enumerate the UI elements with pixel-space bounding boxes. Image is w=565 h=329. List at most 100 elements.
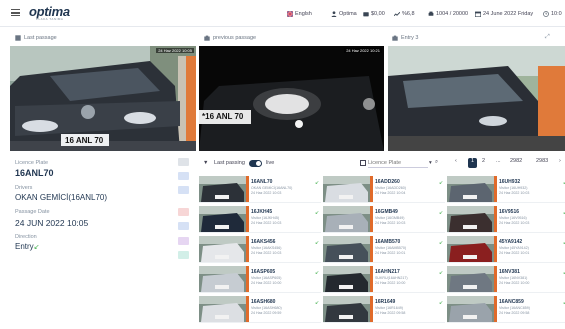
time-value: 10:0 bbox=[551, 11, 562, 17]
status-bar bbox=[370, 296, 373, 322]
card-driver: Visitor (16ANC859) bbox=[499, 306, 530, 310]
drivers-label: Drivers bbox=[15, 185, 33, 191]
passage-card[interactable]: 16GMB49 Visitor (16GMB49) 24 Haz 2022 10:0… bbox=[323, 205, 445, 233]
status-bar bbox=[370, 266, 373, 292]
passage-thumbnail bbox=[199, 236, 246, 262]
language-selector[interactable]: Englsh bbox=[287, 9, 312, 19]
user-menu[interactable]: Optima bbox=[331, 9, 357, 19]
pager-page-2983[interactable]: 2983 bbox=[536, 158, 548, 168]
card-plate: 16AKS456 bbox=[251, 239, 276, 245]
delete-button[interactable] bbox=[178, 208, 189, 216]
card-driver: Visitor (45YA9142) bbox=[499, 246, 529, 250]
uk-flag-icon bbox=[287, 11, 293, 17]
passage-card[interactable]: 16ASP605 Visitor (16ASP605) 24 Haz 2022 10… bbox=[199, 265, 321, 293]
card-date: 24 Haz 2022 10:03 bbox=[499, 191, 530, 195]
plate-search-input[interactable] bbox=[368, 158, 428, 168]
pager-page-1[interactable]: 1 bbox=[468, 158, 478, 168]
dropdown-icon[interactable]: ▾ bbox=[429, 160, 432, 166]
passage-thumbnail bbox=[447, 206, 494, 232]
zoom-button[interactable] bbox=[178, 158, 189, 166]
card-plate: 16R1649 bbox=[375, 299, 396, 305]
last-passing-label: Last passing bbox=[214, 160, 245, 166]
live-label: live bbox=[266, 160, 275, 166]
card-plate: 16V9516 bbox=[499, 209, 520, 215]
card-date: 24 Haz 2022 10:03 bbox=[375, 221, 406, 225]
status-bar bbox=[370, 206, 373, 232]
pager-next[interactable]: › bbox=[559, 158, 561, 168]
passage-card[interactable]: 16ANL70 OKAN GEMİCİ(16ANL70) 24 Haz 2022 1… bbox=[199, 175, 321, 203]
info-button[interactable] bbox=[178, 186, 189, 194]
direction-label: Direction bbox=[15, 234, 37, 240]
driver-value: OKAN GEMİCİ(16ANL70) bbox=[15, 193, 108, 202]
passage-card[interactable]: 16R1649 Visitor (16R1649) 24 Haz 2022 09:5… bbox=[323, 295, 445, 323]
search-icon[interactable]: ⌕ bbox=[435, 159, 438, 166]
licence-plate-label: Licence Plate bbox=[15, 160, 49, 166]
entry-arrow-icon: ↙ bbox=[315, 300, 320, 306]
passage-card[interactable]: 16AMB570 Visitor (16AMB570) 24 Haz 2022 10… bbox=[323, 235, 445, 263]
status-bar bbox=[494, 296, 497, 322]
passage-card[interactable]: 16ANC859 Visitor (16ANC859) 24 Haz 2022 09… bbox=[447, 295, 565, 323]
passage-thumbnail bbox=[323, 236, 370, 262]
stat-value: %6,8 bbox=[402, 11, 415, 17]
expand-icon[interactable]: ⤢ bbox=[545, 34, 550, 41]
pager-prev[interactable]: ‹ bbox=[455, 158, 457, 168]
wallet-icon bbox=[363, 12, 369, 17]
licence-plate-value: 16ANL70 bbox=[15, 168, 54, 178]
date-value: 24 June 2022 Friday bbox=[483, 11, 534, 17]
passage-thumbnail bbox=[199, 296, 246, 322]
pager-page-2[interactable]: 2 bbox=[482, 158, 485, 168]
passage-card[interactable]: 16AKS456 Visitor (16AKS456) 24 Haz 2022 10… bbox=[199, 235, 321, 263]
card-driver: Visitor (16ASH680) bbox=[251, 306, 282, 310]
status-bar bbox=[494, 266, 497, 292]
card-driver: Visitor (16AMB570) bbox=[375, 246, 407, 250]
card-driver: Visitor (16R1649) bbox=[375, 306, 403, 310]
passage-card[interactable]: 16NV381 Visitor (16NV381) 24 Haz 2022 10:0… bbox=[447, 265, 565, 293]
card-plate: 16GMB49 bbox=[375, 209, 398, 215]
card-driver: Visitor (16ASP605) bbox=[251, 276, 282, 280]
card-plate: 16ANL70 bbox=[251, 179, 273, 185]
live-toggle[interactable] bbox=[249, 160, 262, 167]
passage-card[interactable]: 16ADD260 Visitor (16ADD260) 24 Haz 2022 10… bbox=[323, 175, 445, 203]
passage-date-label: Passage Date bbox=[15, 209, 50, 215]
direction-value: Entry↙ bbox=[15, 242, 40, 251]
passage-thumbnail bbox=[199, 266, 246, 292]
camera-icon bbox=[392, 35, 398, 41]
vehicle-count: 1004 / 20000 bbox=[428, 9, 468, 19]
entry-arrow-icon: ↙ bbox=[439, 240, 444, 246]
list-button[interactable] bbox=[178, 222, 189, 230]
passage-thumbnail bbox=[199, 176, 246, 202]
passage-card[interactable]: 16ASH680 Visitor (16ASH680) 24 Haz 2022 09… bbox=[199, 295, 321, 323]
entry-arrow-icon: ↙ bbox=[439, 180, 444, 186]
filter-icon[interactable]: ▼ bbox=[203, 160, 208, 166]
card-driver: Visitor (16AKS456) bbox=[251, 246, 282, 250]
passage-card[interactable]: 16UH932 Visitor (16UH932) 24 Haz 2022 10:0… bbox=[447, 175, 565, 203]
print-button[interactable] bbox=[178, 237, 189, 245]
card-plate: 16UH932 bbox=[499, 179, 521, 185]
passage-card[interactable]: 16V9516 Visitor (16V9516) 24 Haz 2022 10:0… bbox=[447, 205, 565, 233]
last-passage-image[interactable]: 16 ANL 70 24 Haz 2022 10:05 bbox=[10, 46, 196, 151]
entry-camera-header: Entry 3 bbox=[392, 31, 418, 44]
export-button[interactable] bbox=[178, 251, 189, 259]
passage-card[interactable]: 16JKH45 Visitor (16JKH45) 24 Haz 2022 10:0… bbox=[199, 205, 321, 233]
card-plate: 16ASP605 bbox=[251, 269, 276, 275]
status-bar bbox=[494, 236, 497, 262]
passage-card[interactable]: 45YA9142 Visitor (45YA9142) 24 Haz 2022 10… bbox=[447, 235, 565, 263]
entry-arrow-icon: ↙ bbox=[315, 210, 320, 216]
passage-thumbnail bbox=[447, 236, 494, 262]
card-driver: Visitor (16NV381) bbox=[499, 276, 528, 280]
last-passage-header: Last passage bbox=[15, 31, 57, 44]
status-bar bbox=[246, 206, 249, 232]
previous-passage-image[interactable]: *16 ANL 70 24 Haz 2022 10:21 bbox=[199, 46, 384, 151]
pager-page-2982[interactable]: 2982 bbox=[510, 158, 522, 168]
passage-card[interactable]: 16AHN217 SUKRU(16AHN217) 24 Haz 2022 10:00… bbox=[323, 265, 445, 293]
card-plate: 16JKH45 bbox=[251, 209, 273, 215]
language-label: Englsh bbox=[295, 11, 312, 17]
entry-arrow-icon: ↙ bbox=[315, 240, 320, 246]
card-date: 24 Haz 2022 10:03 bbox=[251, 251, 282, 255]
entry-camera-title: Entry 3 bbox=[401, 34, 419, 41]
status-bar bbox=[370, 176, 373, 202]
card-driver: Visitor (16ADD260) bbox=[375, 186, 406, 190]
edit-button[interactable] bbox=[178, 172, 189, 180]
menu-icon[interactable] bbox=[11, 9, 20, 16]
entry-camera-image[interactable] bbox=[388, 46, 565, 151]
